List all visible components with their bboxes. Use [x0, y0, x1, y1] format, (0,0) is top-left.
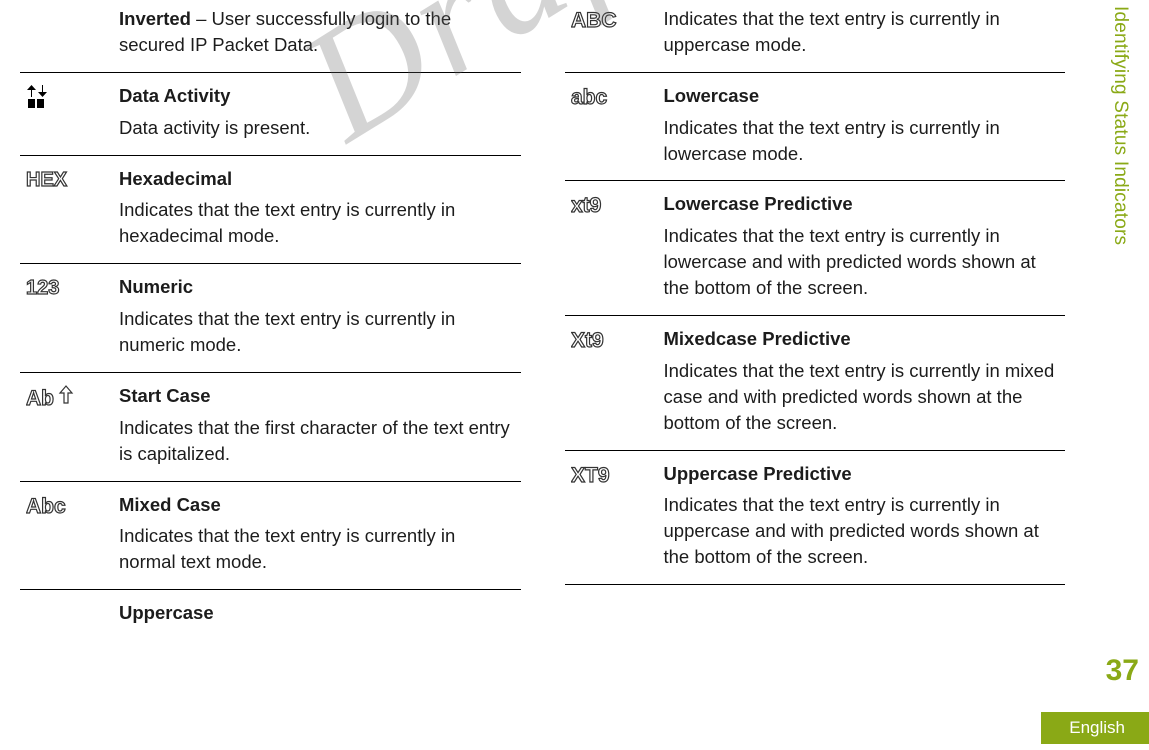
row-title: Lowercase [664, 83, 1062, 109]
icon-cell: abc [569, 83, 664, 109]
row-desc: Indicates that the text entry is current… [119, 306, 517, 358]
row-desc: Indicates that the text entry is current… [664, 6, 1062, 58]
row-title: Start Case [119, 383, 517, 409]
svg-text:123: 123 [26, 277, 59, 299]
row-desc: Indicates that the text entry is current… [664, 492, 1062, 570]
text-cell: Mixed Case Indicates that the text entry… [119, 492, 517, 576]
row-title: Uppercase [119, 600, 517, 626]
row-desc: Indicates that the text entry is current… [664, 223, 1062, 301]
icon-cell: XT9 [569, 461, 664, 487]
uppercase-predictive-icon: XT9 [571, 463, 627, 487]
table-row: Xt9 Mixedcase Predictive Indicates that … [565, 316, 1066, 451]
text-cell: Data Activity Data activity is present. [119, 83, 517, 141]
row-desc: Indicates that the text entry is current… [664, 115, 1062, 167]
text-cell: Inverted – User successfully login to th… [119, 6, 517, 58]
row-inline-title: Inverted [119, 8, 191, 29]
icon-cell [24, 6, 119, 8]
table-row: ABC Indicates that the text entry is cur… [565, 0, 1066, 73]
icon-cell: ABC [569, 6, 664, 32]
start-case-icon: Ab [26, 385, 82, 411]
text-cell: Hexadecimal Indicates that the text entr… [119, 166, 517, 250]
row-desc: Indicates that the text entry is current… [119, 197, 517, 249]
row-title: Data Activity [119, 83, 517, 109]
table-row: XT9 Uppercase Predictive Indicates that … [565, 451, 1066, 586]
svg-text:Ab: Ab [26, 387, 54, 410]
table-row: xt9 Lowercase Predictive Indicates that … [565, 181, 1066, 316]
icon-cell: Ab [24, 383, 119, 411]
table-row: Inverted – User successfully login to th… [20, 0, 521, 73]
text-cell: Lowercase Indicates that the text entry … [664, 83, 1062, 167]
table-row: Ab Start Case Indicates that the first c… [20, 373, 521, 482]
row-title: Numeric [119, 274, 517, 300]
row-title: Uppercase Predictive [664, 461, 1062, 487]
svg-text:Xt9: Xt9 [571, 329, 604, 352]
row-desc: Data activity is present. [119, 115, 517, 141]
icon-cell [24, 83, 119, 111]
row-desc: Indicates that the text entry is current… [664, 358, 1062, 436]
lowercase-icon: abc [571, 85, 627, 109]
row-title: Mixedcase Predictive [664, 326, 1062, 352]
icon-cell: HEX [24, 166, 119, 192]
icon-cell [24, 600, 119, 602]
content-area: Inverted – User successfully login to th… [0, 0, 1085, 646]
table-row: Data Activity Data activity is present. [20, 73, 521, 156]
sidebar: Identifying Status Indicators [1091, 0, 1149, 750]
left-column: Inverted – User successfully login to th… [10, 0, 531, 646]
table-row: HEX Hexadecimal Indicates that the text … [20, 156, 521, 265]
row-desc: Indicates that the text entry is current… [119, 523, 517, 575]
svg-text:xt9: xt9 [571, 194, 601, 217]
text-cell: Numeric Indicates that the text entry is… [119, 274, 517, 358]
mixedcase-predictive-icon: Xt9 [571, 328, 627, 352]
page-number: 37 [1106, 654, 1139, 688]
text-cell: Lowercase Predictive Indicates that the … [664, 191, 1062, 301]
language-tab: English [1041, 712, 1149, 744]
text-cell: Uppercase Predictive Indicates that the … [664, 461, 1062, 571]
table-row: Abc Mixed Case Indicates that the text e… [20, 482, 521, 591]
table-row: Uppercase [20, 590, 521, 646]
uppercase-icon: ABC [571, 8, 631, 32]
svg-text:HEX: HEX [26, 169, 68, 191]
icon-cell: 123 [24, 274, 119, 300]
icon-cell: xt9 [569, 191, 664, 217]
svg-text:Abc: Abc [26, 495, 66, 518]
mixed-case-icon: Abc [26, 494, 82, 518]
row-title: Mixed Case [119, 492, 517, 518]
text-cell: Uppercase [119, 600, 517, 632]
data-activity-icon [26, 85, 60, 111]
numeric-icon: 123 [26, 276, 78, 300]
icon-cell: Xt9 [569, 326, 664, 352]
section-title: Identifying Status Indicators [1109, 0, 1131, 245]
hex-icon: HEX [26, 168, 78, 192]
text-cell: Start Case Indicates that the first char… [119, 383, 517, 467]
icon-cell: Abc [24, 492, 119, 518]
svg-text:abc: abc [571, 86, 608, 109]
right-column: ABC Indicates that the text entry is cur… [555, 0, 1076, 646]
table-row: 123 Numeric Indicates that the text entr… [20, 264, 521, 373]
row-desc: Inverted – User successfully login to th… [119, 6, 517, 58]
text-cell: Indicates that the text entry is current… [664, 6, 1062, 58]
table-row: abc Lowercase Indicates that the text en… [565, 73, 1066, 182]
row-title: Lowercase Predictive [664, 191, 1062, 217]
row-desc: Indicates that the first character of th… [119, 415, 517, 467]
svg-text:ABC: ABC [571, 9, 617, 32]
row-title: Hexadecimal [119, 166, 517, 192]
svg-text:XT9: XT9 [571, 464, 610, 487]
lowercase-predictive-icon: xt9 [571, 193, 627, 217]
text-cell: Mixedcase Predictive Indicates that the … [664, 326, 1062, 436]
